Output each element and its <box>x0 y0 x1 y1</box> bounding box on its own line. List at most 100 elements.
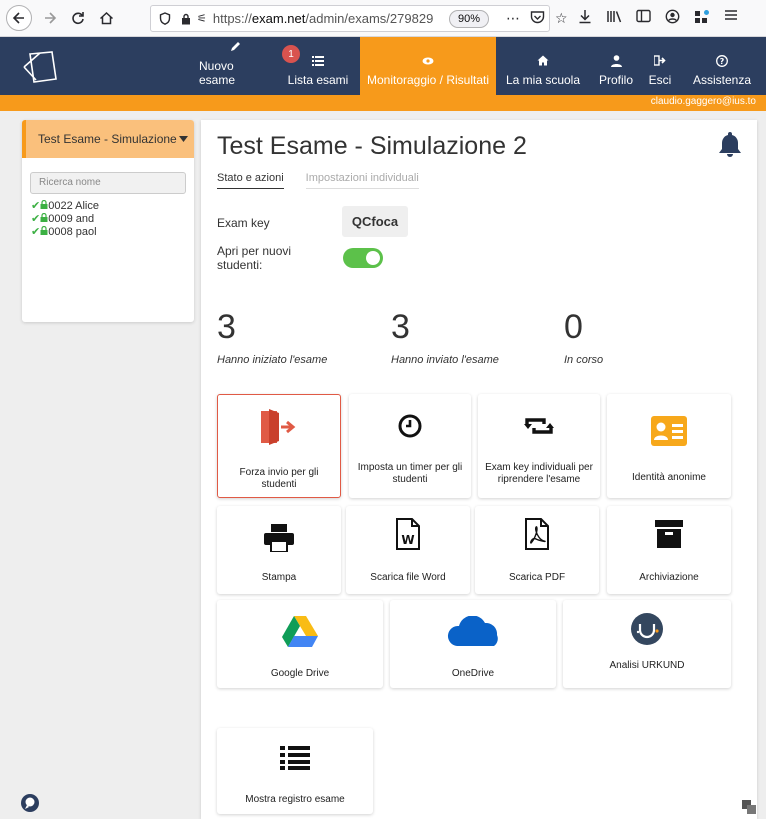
menu-icon[interactable] <box>724 9 738 21</box>
archive-icon <box>655 520 683 548</box>
student-name: 0009 and <box>48 213 95 225</box>
nav-logout[interactable]: Esci <box>645 37 675 95</box>
zoom-level[interactable]: 90% <box>449 10 490 28</box>
retweet-icon <box>524 416 554 436</box>
nav-my-school[interactable]: La mia scuola <box>500 37 586 95</box>
open-new-students-toggle[interactable] <box>343 248 383 268</box>
nav-new-exam-label: Nuovo esame <box>199 59 236 87</box>
force-submit-button[interactable]: Forza invio per gli studenti <box>217 394 341 498</box>
set-timer-label: Imposta un timer per gli studenti <box>357 462 463 485</box>
stat-in-progress: 0 In corso <box>564 308 603 366</box>
tab-bar: Stato e azioni Impostazioni individuali <box>217 172 441 189</box>
onedrive-icon <box>447 616 499 648</box>
url-bar[interactable]: ⚟ https://exam.net/admin/exams/279829 90… <box>150 5 550 32</box>
home-icon <box>537 55 549 69</box>
check-icon: ✔ <box>31 226 41 238</box>
individual-keys-label: Exam key individuali per riprendere l'es… <box>485 462 593 485</box>
translate-icon[interactable] <box>742 800 756 814</box>
force-submit-label: Forza invio per gli studenti <box>239 467 319 490</box>
lock-icon <box>182 13 190 24</box>
extensions-icon[interactable] <box>694 9 710 24</box>
google-drive-button[interactable]: Google Drive <box>217 600 383 688</box>
nav-exam-list[interactable]: 1 Lista esami <box>278 37 358 95</box>
onedrive-button[interactable]: OneDrive <box>390 600 556 688</box>
nav-new-exam[interactable]: Nuovo esame <box>199 37 271 95</box>
show-log-button[interactable]: Mostra registro esame <box>217 728 373 814</box>
reload-icon <box>72 12 84 25</box>
anonymous-identities-button[interactable]: Identità anonime <box>607 394 731 498</box>
app-header: Nuovo esame 1 Lista esami Monitoraggio /… <box>0 37 766 95</box>
nav-support[interactable]: ? Assistenza <box>682 37 762 95</box>
print-button[interactable]: Stampa <box>217 506 341 594</box>
reload-button[interactable] <box>66 6 90 30</box>
exam-selector[interactable]: Test Esame - Simulazione <box>22 120 194 158</box>
download-word-label: Scarica file Word <box>370 572 446 583</box>
account-icon[interactable] <box>665 9 680 24</box>
student-item[interactable]: ✔ 0008 paol <box>22 226 194 239</box>
download-word-button[interactable]: W Scarica file Word <box>346 506 470 594</box>
urkund-icon <box>630 612 664 646</box>
nav-profile[interactable]: Profilo <box>594 37 638 95</box>
stat-submitted: 3 Hanno inviato l'esame <box>391 308 499 366</box>
chat-icon[interactable] <box>20 793 40 813</box>
urkund-button[interactable]: Analisi URKUND <box>563 600 731 688</box>
bell-icon[interactable] <box>717 130 743 158</box>
url-path: /admin/exams/279829 <box>305 11 434 26</box>
exam-selector-label: Test Esame - Simulazione <box>38 132 177 146</box>
svg-text:W: W <box>401 533 414 547</box>
tab-status-actions[interactable]: Stato e azioni <box>217 172 284 189</box>
library-icon[interactable] <box>606 9 622 24</box>
forward-button[interactable] <box>38 6 62 30</box>
stat-in-progress-value: 0 <box>564 308 583 346</box>
exam-net-logo-icon[interactable] <box>20 49 62 85</box>
home-button[interactable] <box>94 6 118 30</box>
exam-key-value: QCfoca <box>342 206 408 237</box>
sidebar-toggle-icon[interactable] <box>636 9 651 23</box>
urkund-label: Analisi URKUND <box>609 660 685 671</box>
nav-my-school-label: La mia scuola <box>505 73 581 87</box>
back-button[interactable] <box>6 5 32 31</box>
pencil-icon <box>229 41 241 55</box>
stat-submitted-label: Hanno inviato l'esame <box>391 354 499 366</box>
set-timer-button[interactable]: Imposta un timer per gli studenti <box>349 394 471 498</box>
pdf-file-icon <box>525 518 549 550</box>
exam-key-label: Exam key <box>217 216 270 230</box>
student-item[interactable]: ✔ 0009 and <box>22 213 194 226</box>
check-icon: ✔ <box>31 213 41 225</box>
nav-monitoring[interactable]: Monitoraggio / Risultati <box>360 37 496 95</box>
url-prefix: https:// <box>212 11 252 26</box>
check-icon: ✔ <box>31 200 41 212</box>
nav-support-label: Assistenza <box>692 73 752 87</box>
stat-submitted-value: 3 <box>391 308 410 346</box>
archive-button[interactable]: Archiviazione <box>607 506 731 594</box>
student-item[interactable]: ✔ 0022 Alice <box>22 200 194 213</box>
page-actions-icon[interactable]: ⋯ <box>506 10 520 27</box>
exam-list-badge: 1 <box>282 45 300 63</box>
download-pdf-button[interactable]: Scarica PDF <box>475 506 599 594</box>
tab-individual-settings[interactable]: Impostazioni individuali <box>305 172 419 189</box>
home-icon <box>99 11 113 25</box>
svg-text:?: ? <box>720 57 725 66</box>
bookmark-star-icon[interactable]: ☆ <box>555 10 568 27</box>
permissions-icon[interactable]: ⚟ <box>197 12 207 25</box>
clock-icon <box>398 414 422 438</box>
page-title: Test Esame - Simulazione 2 <box>217 132 527 160</box>
print-icon <box>264 524 294 552</box>
url-host: exam.net <box>251 11 306 26</box>
user-strip: claudio.gaggero@ius.to <box>0 95 766 111</box>
nav-exam-list-label: Lista esami <box>287 73 349 87</box>
nav-monitoring-label: Monitoraggio / Risultati <box>366 73 490 87</box>
shield-icon <box>159 12 171 25</box>
arrow-right-icon <box>45 12 57 24</box>
arrow-left-icon <box>12 12 24 24</box>
pocket-icon[interactable] <box>530 10 545 24</box>
id-card-icon <box>651 416 687 446</box>
student-search-input[interactable]: Ricerca nome <box>30 172 186 194</box>
sign-out-icon <box>653 55 666 69</box>
google-drive-label: Google Drive <box>270 668 330 679</box>
user-email: claudio.gaggero@ius.to <box>650 96 756 107</box>
individual-keys-button[interactable]: Exam key individuali per riprendere l'es… <box>478 394 600 498</box>
word-file-icon: W <box>396 518 420 550</box>
nav-logout-label: Esci <box>648 73 672 87</box>
download-icon[interactable] <box>578 9 592 24</box>
